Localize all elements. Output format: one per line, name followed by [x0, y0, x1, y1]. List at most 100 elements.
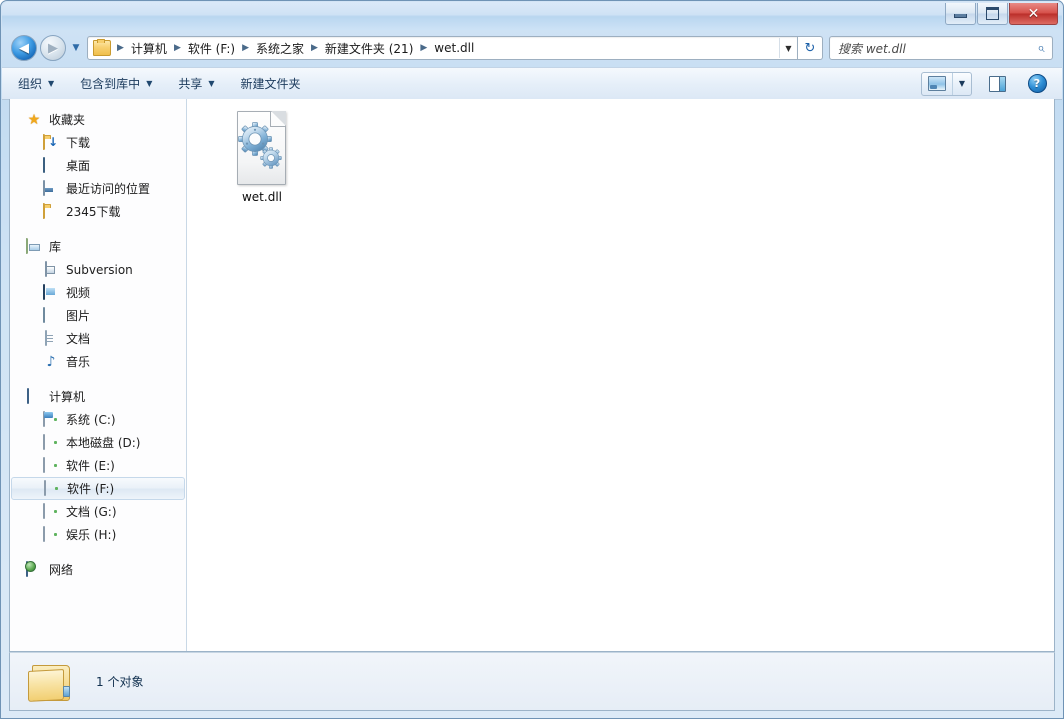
sidebar-item-drive-g[interactable]: 文档 (G:)	[10, 500, 186, 523]
window-controls: ✕	[944, 3, 1058, 25]
sidebar-item-favorites[interactable]: ★ 收藏夹	[10, 108, 186, 131]
breadcrumb-item-1[interactable]: 软件 (F:)	[185, 38, 238, 59]
change-view-button[interactable]	[922, 73, 952, 95]
breadcrumb-item-3[interactable]: 新建文件夹 (21)	[322, 38, 416, 59]
sidebar-item-computer[interactable]: 计算机	[10, 385, 186, 408]
drive-icon	[44, 479, 60, 497]
help-icon: ?	[1027, 74, 1047, 93]
search-box[interactable]: 搜索 wet.dll ⌕	[829, 36, 1053, 60]
breadcrumb-item-0[interactable]: 计算机	[128, 38, 170, 59]
sidebar-item-videos[interactable]: 视频	[10, 281, 186, 304]
folder-icon	[43, 202, 59, 220]
organize-label: 组织	[18, 77, 43, 91]
breadcrumb-separator: ▶	[242, 43, 249, 53]
change-view-dropdown[interactable]: ▼	[952, 72, 971, 95]
sidebar-item-drive-e[interactable]: 软件 (E:)	[10, 454, 186, 477]
breadcrumb-separator: ▶	[420, 43, 428, 53]
sidebar-item-drive-c[interactable]: 系统 (C:)	[10, 408, 186, 431]
sidebar-item-label: 2345下载	[66, 205, 121, 219]
star-icon: ★	[27, 111, 41, 128]
network-icon	[26, 560, 42, 578]
breadcrumb-item-2[interactable]: 系统之家	[253, 38, 307, 59]
address-bar-row: ◀ ▶ ▼ ▶ 计算机 ▶ 软件 (F:) ▶ 系统之家 ▶ 新建文件夹 (21…	[2, 30, 1062, 66]
sidebar-item-pictures[interactable]: 图片	[10, 304, 186, 327]
refresh-button[interactable]: ↻	[798, 36, 823, 60]
close-button[interactable]: ✕	[1009, 3, 1058, 25]
command-toolbar: 组织 ▼ 包含到库中 ▼ 共享 ▼ 新建文件夹 ▼ ?	[2, 67, 1062, 100]
file-item[interactable]: wet.dll	[209, 106, 315, 209]
breadcrumb-item-4[interactable]: wet.dll	[431, 39, 477, 57]
pictures-icon	[43, 306, 59, 324]
search-input[interactable]: 搜索 wet.dll	[830, 40, 1030, 57]
sidebar-item-drive-h[interactable]: 娱乐 (H:)	[10, 523, 186, 546]
sidebar-item-subversion[interactable]: Subversion	[10, 258, 186, 281]
sidebar-item-label: 软件 (F:)	[67, 482, 115, 496]
sidebar-item-desktop[interactable]: 桌面	[10, 154, 186, 177]
address-bar[interactable]: ▶ 计算机 ▶ 软件 (F:) ▶ 系统之家 ▶ 新建文件夹 (21) ▶ we…	[87, 36, 798, 60]
sidebar-item-label: 库	[49, 240, 62, 254]
file-list-pane[interactable]: wet.dll	[187, 99, 1054, 651]
explorer-window: ✕ ◀ ▶ ▼ ▶ 计算机 ▶ 软件 (F:) ▶ 系统之家 ▶ 新建文件夹 (…	[0, 0, 1064, 719]
recent-pages-button[interactable]: ▼	[69, 43, 83, 53]
sidebar-item-label: 文档 (G:)	[66, 505, 117, 519]
downloads-folder-icon	[43, 133, 59, 151]
forward-button[interactable]: ▶	[40, 35, 66, 61]
sidebar-item-label: 娱乐 (H:)	[66, 528, 117, 542]
sidebar-item-music[interactable]: ♪ 音乐	[10, 350, 186, 373]
back-button[interactable]: ◀	[11, 35, 37, 61]
sidebar-item-network[interactable]: 网络	[10, 558, 186, 581]
refresh-icon: ↻	[804, 40, 816, 56]
folder-icon	[28, 663, 74, 702]
sidebar-item-label: 网络	[49, 563, 74, 577]
change-view-split-button[interactable]: ▼	[921, 71, 972, 96]
item-count-label: 1 个对象	[96, 675, 144, 689]
sidebar-item-drive-f[interactable]: 软件 (F:)	[11, 477, 185, 500]
close-icon: ✕	[1027, 5, 1040, 22]
share-with-button[interactable]: 共享 ▼	[168, 70, 224, 97]
new-folder-button[interactable]: 新建文件夹	[231, 70, 311, 97]
explorer-body: ★ 收藏夹 下载 桌面 最近访问的位置 2345下载	[9, 99, 1055, 652]
nav-group-network: 网络	[10, 558, 186, 581]
organize-button[interactable]: 组织 ▼	[8, 70, 64, 97]
preview-pane-button[interactable]	[982, 72, 1012, 96]
preview-pane-icon	[988, 75, 1006, 92]
address-dropdown-button[interactable]: ▼	[779, 38, 797, 58]
desktop-icon	[43, 156, 59, 174]
chevron-down-icon: ▼	[48, 79, 55, 88]
sidebar-item-label: 软件 (E:)	[66, 459, 115, 473]
recent-places-icon	[43, 179, 59, 197]
navigation-pane[interactable]: ★ 收藏夹 下载 桌面 最近访问的位置 2345下载	[10, 99, 187, 651]
chevron-down-icon: ▼	[785, 43, 792, 53]
sidebar-item-downloads[interactable]: 下载	[10, 131, 186, 154]
sidebar-item-libraries[interactable]: 库	[10, 235, 186, 258]
chevron-down-icon: ▼	[208, 79, 215, 88]
drive-icon	[43, 502, 59, 520]
back-arrow-icon: ◀	[19, 40, 29, 56]
maximize-button[interactable]	[977, 3, 1008, 25]
sidebar-item-drive-d[interactable]: 本地磁盘 (D:)	[10, 431, 186, 454]
help-button[interactable]: ?	[1022, 72, 1052, 96]
minimize-icon	[954, 14, 967, 18]
sidebar-item-recent-places[interactable]: 最近访问的位置	[10, 177, 186, 200]
music-icon: ♪	[46, 353, 56, 370]
sidebar-item-label: 视频	[66, 286, 91, 300]
chevron-down-icon: ▼	[146, 79, 153, 88]
minimize-button[interactable]	[945, 3, 976, 25]
computer-icon	[26, 387, 42, 405]
chevron-down-icon: ▼	[72, 43, 80, 53]
library-icon	[26, 237, 42, 255]
include-in-library-button[interactable]: 包含到库中 ▼	[70, 70, 162, 97]
sidebar-item-2345-downloads[interactable]: 2345下载	[10, 200, 186, 223]
sidebar-item-label: 音乐	[66, 355, 91, 369]
sidebar-item-documents[interactable]: 文档	[10, 327, 186, 350]
sidebar-item-label: 图片	[66, 309, 91, 323]
sidebar-item-label: 最近访问的位置	[66, 182, 151, 196]
sidebar-item-label: Subversion	[66, 262, 133, 277]
file-name-label: wet.dll	[241, 190, 282, 204]
sidebar-item-label: 收藏夹	[49, 113, 86, 127]
dll-gears-file-icon	[233, 111, 291, 187]
breadcrumb-separator: ▶	[117, 43, 124, 53]
subversion-icon	[43, 260, 59, 278]
drive-icon	[43, 433, 59, 451]
search-icon[interactable]: ⌕	[1030, 41, 1052, 56]
